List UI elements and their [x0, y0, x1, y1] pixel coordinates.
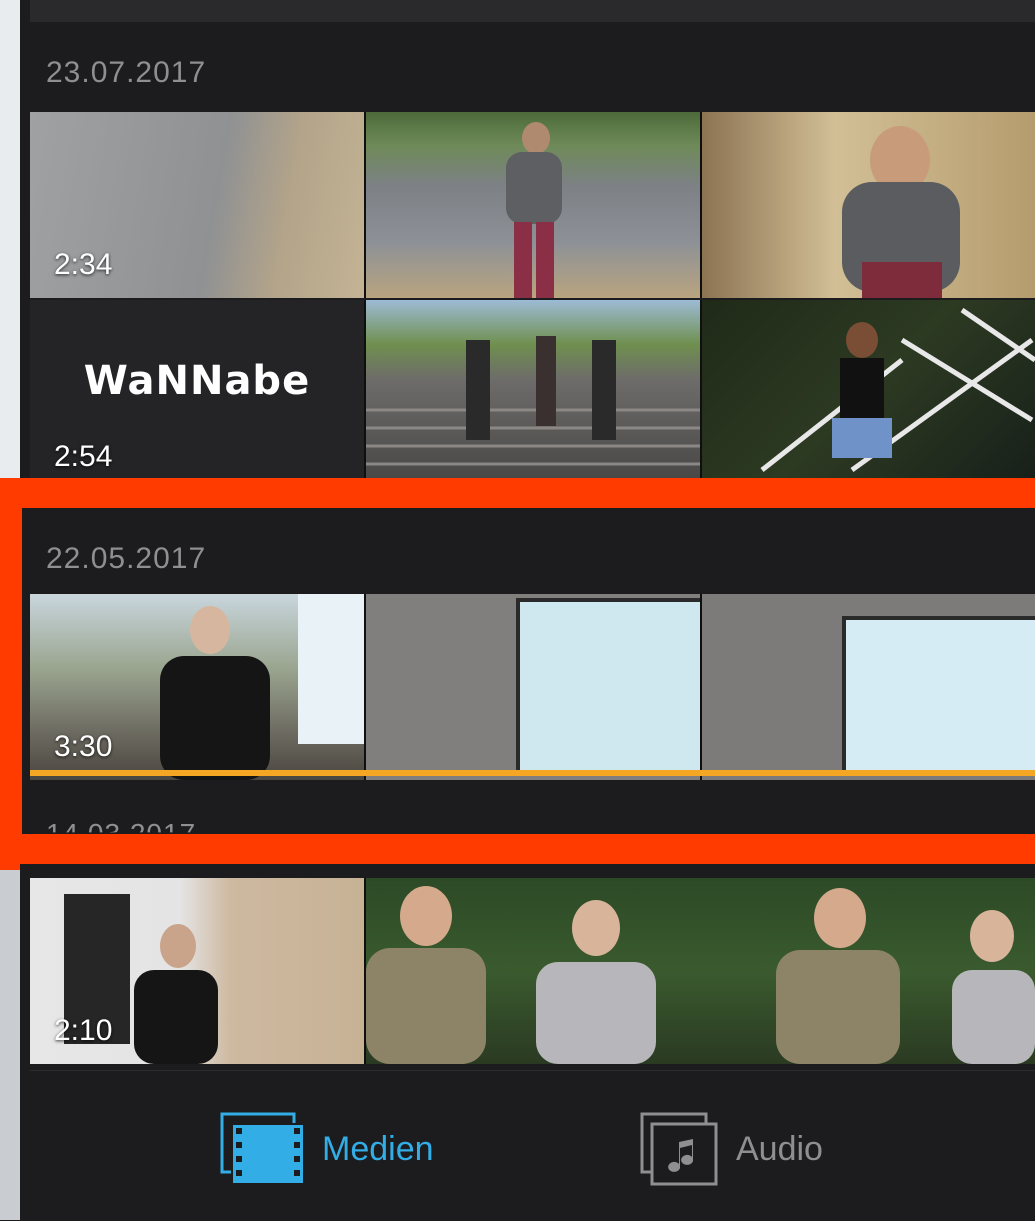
video-thumbnail[interactable] [366, 878, 1035, 1064]
person-walking-image [506, 122, 562, 298]
tab-label: Audio [736, 1129, 823, 1168]
section-date: 22.05.2017 [46, 542, 207, 575]
video-thumbnail[interactable] [702, 594, 1035, 780]
clip-row[interactable]: 2:10 [30, 878, 1035, 1064]
clip-row[interactable]: 2:34 [30, 112, 1035, 298]
screen-image [842, 616, 1035, 774]
tab-bar: Medien Audio [30, 1070, 1035, 1221]
screen-image [516, 598, 700, 776]
video-thumbnail[interactable]: WaNNabe 2:54 [30, 300, 364, 478]
film-icon [220, 1112, 305, 1185]
background-screen-edge [0, 0, 20, 1220]
clip-duration: 3:30 [54, 730, 113, 763]
person-sitting-image [760, 307, 1035, 473]
video-thumbnail[interactable]: 3:30 [30, 594, 364, 780]
clip-row-selected[interactable]: 3:30 [30, 594, 1035, 780]
clip-duration: 2:54 [54, 440, 113, 473]
video-thumbnail[interactable] [702, 300, 1035, 478]
clip-duration: 2:10 [54, 1014, 113, 1047]
clip-duration: 2:34 [54, 248, 113, 281]
playhead-line[interactable] [30, 770, 1035, 776]
video-thumbnail[interactable]: 2:34 [30, 112, 364, 298]
video-thumbnail[interactable] [366, 300, 700, 478]
tab-audio[interactable]: Audio [640, 1111, 823, 1187]
section-date-header: 23.07.2017 [30, 22, 1035, 112]
section-date: 23.07.2017 [46, 56, 207, 89]
video-thumbnail[interactable]: 2:10 [30, 878, 364, 1064]
person-crouching-image [842, 126, 960, 298]
title-card-text: WaNNabe [83, 358, 311, 404]
interview-image [366, 886, 1035, 1064]
tab-medien[interactable]: Medien [220, 1111, 434, 1187]
music-note-icon [640, 1112, 718, 1186]
clip-row[interactable]: WaNNabe 2:54 [30, 300, 1035, 478]
video-thumbnail[interactable] [702, 112, 1035, 298]
section-date-header: 22.05.2017 [30, 508, 1035, 594]
video-thumbnail[interactable] [366, 112, 700, 298]
video-thumbnail[interactable] [366, 594, 700, 780]
tab-label: Medien [322, 1129, 434, 1168]
top-bar [30, 0, 1035, 22]
stairs-dancers-image [366, 336, 700, 466]
section-date: 14.03.2017 [46, 818, 197, 849]
